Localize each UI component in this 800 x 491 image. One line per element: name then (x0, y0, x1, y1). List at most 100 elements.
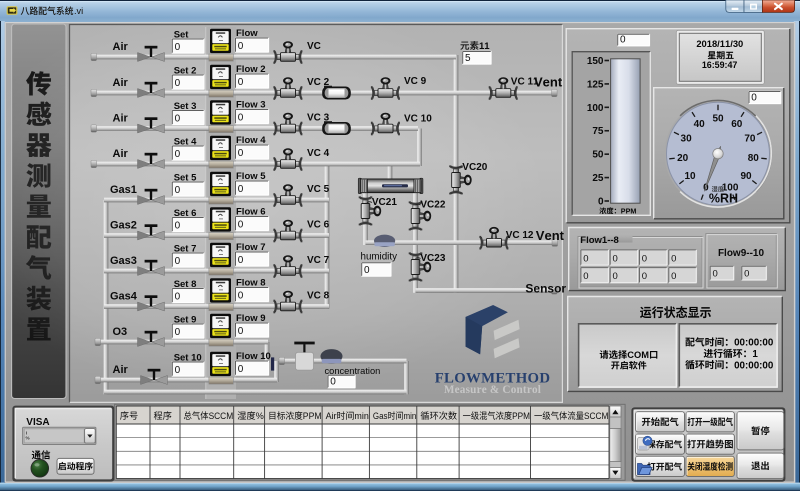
svg-text:Gas3: Gas3 (110, 255, 137, 267)
svg-text:0: 0 (175, 256, 181, 267)
svg-text:VC 10: VC 10 (404, 114, 432, 125)
svg-text:Gas2: Gas2 (110, 220, 137, 232)
svg-text:SCCM: SCCM (584, 411, 609, 421)
svg-text:VC 12: VC 12 (506, 230, 534, 241)
svg-text:Gas1: Gas1 (110, 184, 137, 196)
svg-text:0: 0 (238, 255, 244, 266)
svg-text:Vent: Vent (536, 228, 565, 243)
svg-text:40: 40 (694, 119, 706, 130)
svg-text:%: % (26, 436, 30, 441)
svg-text:VC 8: VC 8 (307, 291, 330, 302)
svg-text:90: 90 (740, 171, 752, 182)
svg-text:PPM: PPM (621, 206, 637, 215)
svg-text:125: 125 (587, 79, 604, 90)
svg-text:80: 80 (748, 153, 760, 164)
svg-text:00:00:00: 00:00:00 (734, 338, 774, 349)
svg-text:0: 0 (175, 365, 181, 376)
svg-text:0: 0 (744, 268, 749, 279)
svg-text:0: 0 (238, 41, 244, 52)
svg-text:VC22: VC22 (420, 200, 445, 211)
svg-text:VC23: VC23 (420, 253, 445, 264)
svg-text:60: 60 (731, 119, 743, 130)
svg-text:Air: Air (113, 148, 129, 160)
svg-text:0: 0 (238, 364, 244, 375)
svg-text:25: 25 (592, 173, 604, 184)
svg-text:O3: O3 (113, 326, 128, 338)
svg-text:0: 0 (175, 185, 181, 196)
svg-text:humidity: humidity (361, 251, 398, 262)
svg-text:Flow1--8: Flow1--8 (580, 235, 619, 246)
svg-text:0: 0 (175, 220, 181, 231)
svg-text:0: 0 (598, 197, 604, 208)
svg-text:2018/11/30: 2018/11/30 (696, 38, 743, 49)
svg-text:0: 0 (671, 271, 676, 282)
svg-text:50: 50 (592, 150, 604, 161)
svg-text:0: 0 (583, 271, 588, 282)
svg-text:Air: Air (113, 364, 129, 376)
svg-text:0: 0 (642, 271, 647, 282)
svg-text:0: 0 (238, 184, 244, 195)
svg-text:min: min (354, 411, 368, 421)
svg-text:Air: Air (326, 411, 337, 421)
svg-text:Measure & Control: Measure & Control (444, 384, 541, 396)
svg-text:PPM: PPM (512, 411, 530, 422)
svg-text:0: 0 (238, 112, 244, 123)
svg-text:00:00:00: 00:00:00 (734, 360, 774, 371)
svg-text:VC 9: VC 9 (404, 76, 427, 87)
svg-text:COM: COM (627, 350, 649, 360)
svg-text:VC20: VC20 (462, 162, 487, 173)
svg-text:0: 0 (330, 377, 336, 388)
svg-text:VC: VC (307, 41, 321, 52)
svg-text:10: 10 (684, 171, 696, 182)
svg-text:min: min (403, 410, 416, 421)
svg-text:SCCM: SCCM (209, 411, 234, 421)
svg-text:0: 0 (238, 290, 244, 301)
svg-text:75: 75 (592, 126, 604, 137)
svg-text:11: 11 (479, 41, 490, 52)
svg-text:%RH: %RH (709, 192, 738, 206)
svg-text:20: 20 (677, 153, 689, 164)
svg-text:Sensor: Sensor (525, 282, 566, 296)
svg-text:1: 1 (752, 349, 758, 360)
svg-text:0: 0 (642, 254, 647, 265)
svg-text:VC 6: VC 6 (307, 220, 330, 231)
svg-text:Gas: Gas (373, 410, 388, 421)
svg-text:Vent: Vent (534, 75, 563, 90)
svg-text:0: 0 (175, 78, 181, 89)
svg-text:0: 0 (613, 271, 618, 282)
svg-text:0: 0 (751, 92, 757, 103)
svg-text:0: 0 (713, 268, 718, 279)
svg-text:0: 0 (613, 254, 618, 265)
svg-text:30: 30 (681, 134, 693, 145)
svg-text:VC 5: VC 5 (307, 184, 330, 195)
svg-text:Air: Air (113, 113, 129, 125)
svg-text:5: 5 (465, 53, 471, 64)
svg-text:.vi: .vi (74, 6, 83, 16)
svg-text:0: 0 (238, 219, 244, 230)
svg-text:concentration: concentration (325, 366, 381, 376)
svg-text:0: 0 (583, 254, 588, 265)
svg-text:0: 0 (175, 327, 181, 338)
svg-text:0: 0 (238, 148, 244, 159)
svg-text:VC21: VC21 (372, 197, 397, 208)
svg-text:0: 0 (620, 35, 626, 46)
svg-text:Gas4: Gas4 (110, 291, 138, 303)
svg-text:%: % (256, 411, 264, 421)
svg-text:0: 0 (175, 149, 181, 160)
svg-text:Air: Air (113, 41, 129, 53)
svg-text:100: 100 (587, 103, 604, 114)
svg-text:VC 4: VC 4 (307, 148, 330, 159)
svg-text:0: 0 (671, 254, 676, 265)
svg-text:PPM: PPM (303, 411, 322, 421)
svg-text:0: 0 (364, 265, 370, 276)
svg-text:VC 7: VC 7 (307, 255, 330, 266)
svg-text:0: 0 (238, 77, 244, 88)
svg-text:150: 150 (587, 56, 604, 67)
svg-text:0: 0 (175, 113, 181, 124)
svg-text:Flow9--10: Flow9--10 (718, 248, 765, 259)
svg-text:Air: Air (113, 77, 129, 89)
svg-text:0: 0 (175, 291, 181, 302)
svg-text:16:59:47: 16:59:47 (702, 60, 738, 70)
svg-text:0: 0 (238, 326, 244, 337)
svg-text:0: 0 (175, 42, 181, 53)
